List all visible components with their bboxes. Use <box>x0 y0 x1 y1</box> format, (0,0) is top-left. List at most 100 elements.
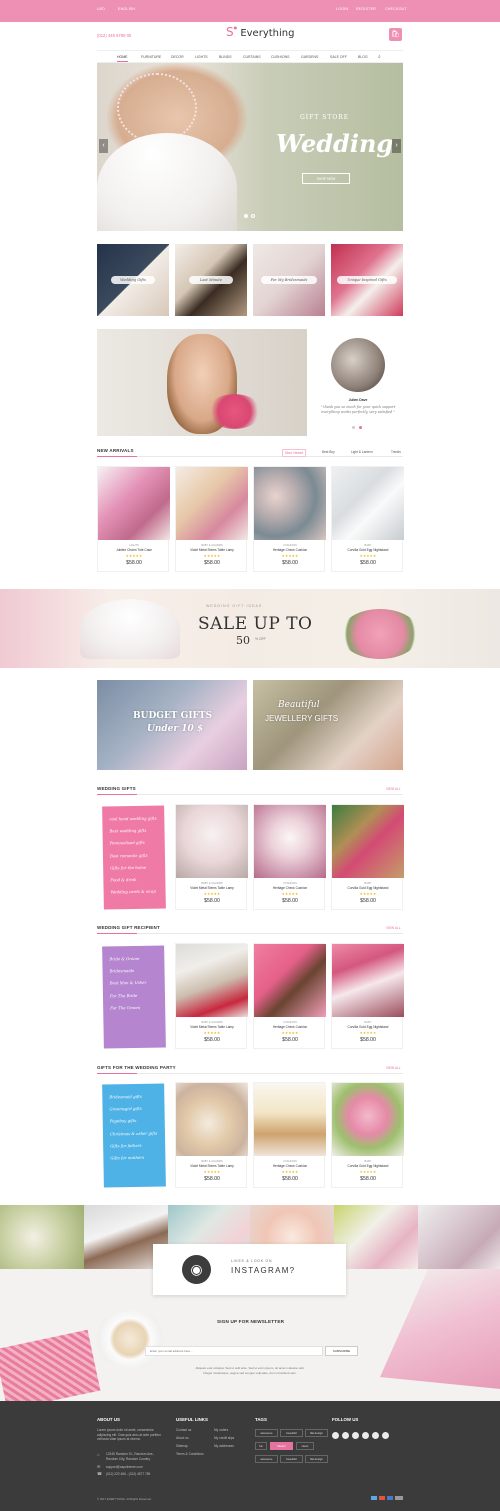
recipient-link[interactable]: For The Groom <box>110 1004 165 1011</box>
product-name[interactable]: Corvilla Gold Egg Nightstand <box>332 1164 404 1168</box>
product-image[interactable] <box>332 805 404 878</box>
product-name[interactable]: Heritage Check Cushion <box>254 1164 326 1168</box>
language-select[interactable]: ENGLISH <box>118 7 135 11</box>
party-link[interactable]: Gifts for mothers <box>110 1154 165 1161</box>
nav-item-decor[interactable]: DECOR <box>171 55 184 59</box>
category-tile-bridesmaids[interactable]: For My Bridesmaids <box>253 244 325 316</box>
view-all-link[interactable]: VIEW ALL <box>386 1066 401 1070</box>
tab-light-lantern[interactable]: Light & Lantern <box>351 450 373 454</box>
nav-item-sale-off[interactable]: SALE OFF <box>330 55 347 59</box>
product-name[interactable]: Violet Metal Stems Table Lamp <box>176 1164 248 1168</box>
hero-shop-button[interactable]: SHOP NOW <box>302 173 350 184</box>
nav-item-gardens[interactable]: GARDENS <box>301 55 318 59</box>
product-card[interactable]: BABY Corvilla Gold Egg Nightstand ★★★★★ … <box>331 466 404 572</box>
footer-email[interactable]: support@capotheme.com <box>106 1465 143 1469</box>
recipient-link[interactable]: Bride & Groom <box>109 955 164 962</box>
nav-item-lights[interactable]: LIGHTS <box>195 55 208 59</box>
pinterest-icon[interactable] <box>362 1432 369 1439</box>
product-image[interactable] <box>332 1083 404 1156</box>
logo[interactable]: S● Everything <box>226 25 294 39</box>
product-card[interactable]: BABY Corvilla Gold Egg Nightstand ★★★★★ … <box>331 943 404 1049</box>
product-image[interactable] <box>254 805 326 878</box>
view-all-link[interactable]: VIEW ALL <box>386 926 401 930</box>
product-card[interactable]: CUSHIONS Heritage Check Cushion ★★★★★ $5… <box>253 804 326 910</box>
party-link[interactable]: Christmas & usher gifts <box>110 1130 165 1136</box>
google-plus-icon[interactable] <box>352 1432 359 1439</box>
product-image[interactable] <box>176 1083 248 1156</box>
newsletter-email-input[interactable] <box>145 1346 323 1356</box>
party-link[interactable]: Groomsgirl gifts <box>109 1106 164 1112</box>
gift-link[interactable]: Personalised gifts <box>110 840 165 846</box>
product-card[interactable]: BABY Corvilla Gold Egg Nightstand ★★★★★ … <box>331 804 404 910</box>
testimonial-dot[interactable] <box>352 426 355 429</box>
nav-item-blinds[interactable]: BLINDS <box>219 55 232 59</box>
product-name[interactable]: Violet Metal Stems Table Lamp <box>176 886 248 890</box>
instagram-photo[interactable] <box>334 1205 418 1269</box>
nav-item-curtains[interactable]: CURTAINS <box>243 55 261 59</box>
slider-prev-arrow-icon[interactable]: ‹ <box>99 139 108 153</box>
product-card[interactable]: LIGHTS Jubilee Charm Tote Case ★★★★★ $58… <box>97 466 170 572</box>
gift-link[interactable]: Food & drink <box>110 876 165 882</box>
search-icon[interactable]: ⌕ <box>378 54 381 60</box>
footer-link[interactable]: Contact us <box>176 1428 191 1432</box>
nav-item-cushions[interactable]: CUSHIONS <box>271 55 289 59</box>
recipient-link[interactable]: For The Bride <box>110 992 165 998</box>
nav-item-home[interactable]: HOME <box>117 55 128 62</box>
tag[interactable]: awesome <box>255 1429 278 1437</box>
tab-most-viewed[interactable]: Most Viewed <box>282 449 307 457</box>
party-link[interactable]: Bridesmaid gifts <box>109 1093 164 1100</box>
recipient-link[interactable]: Bridesmaids <box>110 968 165 973</box>
product-image[interactable] <box>332 467 404 540</box>
tag[interactable]: beautiful <box>280 1429 303 1437</box>
budget-gifts-banner[interactable]: BUDGET GIFTS Under 10 $ <box>97 680 247 770</box>
product-name[interactable]: Heritage Check Cushion <box>254 886 326 890</box>
tag[interactable]: beautiful <box>280 1455 303 1463</box>
product-image[interactable] <box>254 467 326 540</box>
testimonial-dot-active[interactable] <box>359 426 362 429</box>
footer-link[interactable]: Terms & Conditions <box>176 1452 204 1456</box>
product-card[interactable]: CUSHIONS Heritage Check Cushion ★★★★★ $5… <box>253 943 326 1049</box>
subscribe-button[interactable]: SUBSCRIBE <box>325 1346 358 1356</box>
category-tile-unique-gifts[interactable]: Unique Inspired Gifts <box>331 244 403 316</box>
register-link[interactable]: REGISTER <box>356 7 376 11</box>
tag-active[interactable]: interior <box>270 1442 293 1450</box>
product-image[interactable] <box>176 805 248 878</box>
nav-item-furniture[interactable]: FURNITURE <box>141 55 161 59</box>
gift-link[interactable]: Best wedding gifts <box>109 828 164 834</box>
instagram-social-icon[interactable] <box>372 1432 379 1439</box>
product-name[interactable]: Heritage Check Cushion <box>254 548 326 552</box>
party-link[interactable]: Pageboy gifts <box>110 1118 165 1123</box>
slider-dot-active[interactable] <box>244 214 248 218</box>
product-name[interactable]: Corvilla Gold Egg Nightstand <box>332 548 404 552</box>
product-name[interactable]: Jubilee Charm Tote Case <box>98 548 170 552</box>
instagram-card[interactable]: ◉ LIKES & LOOK ON INSTAGRAM? <box>153 1244 346 1295</box>
product-name[interactable]: Violet Metal Stems Table Lamp <box>176 1025 248 1029</box>
product-name[interactable]: Corvilla Gold Egg Nightstand <box>332 886 404 890</box>
gift-link[interactable]: Wedding cards & wrap <box>111 889 166 895</box>
tag[interactable]: fun <box>255 1442 267 1450</box>
product-image[interactable] <box>98 467 170 540</box>
checkout-link[interactable]: CHECKOUT <box>385 7 407 11</box>
footer-link[interactable]: My addresses <box>214 1444 234 1448</box>
recipient-link[interactable]: Best Man & Usher <box>110 980 165 986</box>
product-card[interactable]: BABY & CHARMS Violet Metal Stems Table L… <box>175 943 248 1049</box>
login-link[interactable]: LOGIN <box>336 7 348 11</box>
rss-icon[interactable] <box>382 1432 389 1439</box>
category-tile-last-minute[interactable]: Last Minute <box>175 244 247 316</box>
tag[interactable]: flat design <box>305 1429 328 1437</box>
product-image[interactable] <box>176 944 248 1017</box>
product-card[interactable]: CUSHIONS Heritage Check Cushion ★★★★★ $5… <box>253 466 326 572</box>
instagram-photo[interactable] <box>418 1205 500 1269</box>
tab-trends[interactable]: Trends <box>391 450 401 454</box>
product-card[interactable]: BABY & CHARMS Violet Metal Stems Table L… <box>175 804 248 910</box>
view-all-link[interactable]: VIEW ALL <box>386 787 401 791</box>
facebook-icon[interactable] <box>332 1432 339 1439</box>
slider-next-arrow-icon[interactable]: › <box>392 139 401 153</box>
footer-link[interactable]: About us <box>176 1436 189 1440</box>
footer-link[interactable]: My orders <box>214 1428 228 1432</box>
instagram-photo[interactable] <box>0 1205 84 1269</box>
product-name[interactable]: Violet Metal Stems Table Lamp <box>176 548 248 552</box>
product-image[interactable] <box>176 467 248 540</box>
footer-link[interactable]: Sitemap <box>176 1444 188 1448</box>
nav-item-blog[interactable]: BLOG <box>358 55 368 59</box>
